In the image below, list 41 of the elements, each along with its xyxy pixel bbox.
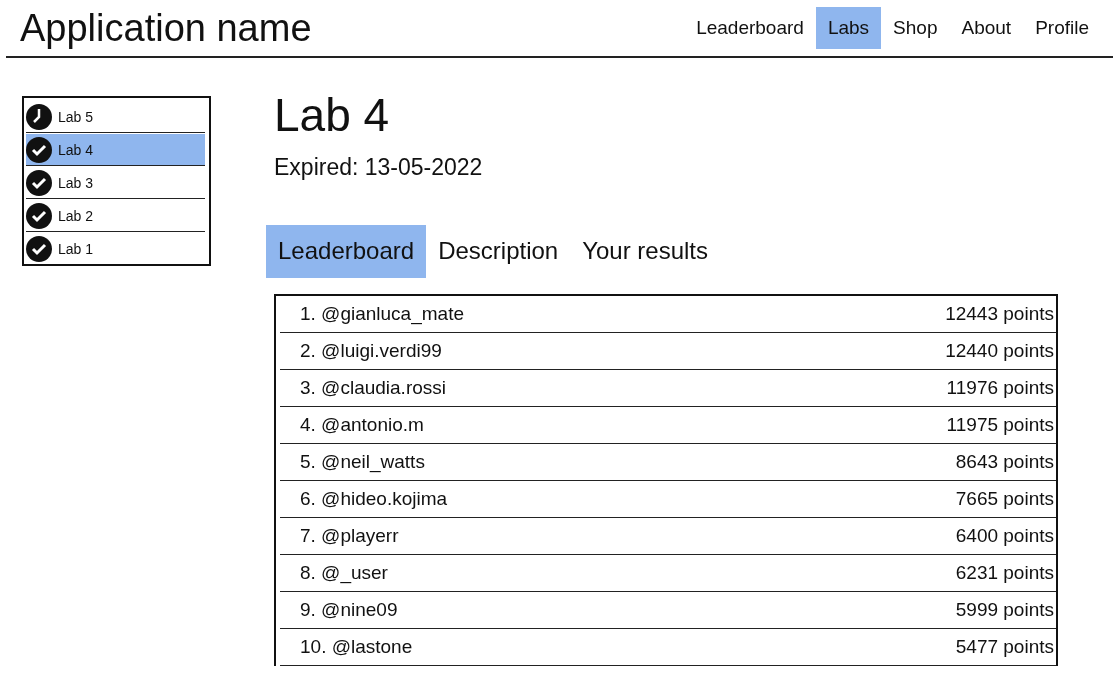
user-name: 10. @lastone [300,636,413,658]
checkmark-icon [26,169,52,196]
lab-list-item[interactable]: Lab 5 [26,101,205,133]
user-name: 9. @nine09 [300,599,398,621]
checkmark-icon [26,136,52,163]
checkmark-icon [26,202,52,229]
tab[interactable]: Leaderboard [266,225,427,278]
page-title: Lab 4 [273,88,391,142]
points: 7665 points [955,488,1054,510]
clock-icon [26,103,52,130]
lab-list-item[interactable]: Lab 2 [26,200,205,232]
points: 11975 points [946,414,1054,436]
user-name: 1. @gianluca_mate [300,303,464,325]
points: 11976 points [946,377,1054,399]
points: 5477 points [955,636,1054,658]
user-name: 6. @hideo.kojima [300,488,448,510]
user-name: 2. @luigi.verdi99 [300,340,442,362]
lab-list-item[interactable]: Lab 1 [26,233,205,264]
points: 8643 points [955,451,1054,473]
user-name: 4. @antonio.m [300,414,424,436]
user-name: 3. @claudia.rossi [300,377,447,399]
points: 12443 points [945,303,1054,325]
tab[interactable]: Your results [570,225,721,278]
nav-link[interactable]: Labs [815,7,882,49]
lab-list-item[interactable]: Lab 4 [26,134,205,166]
points: 12440 points [945,340,1054,362]
points: 6231 points [955,562,1054,584]
points: 5999 points [955,599,1054,621]
nav-link[interactable]: Profile [1023,7,1101,49]
points: 6400 points [955,525,1054,547]
tab[interactable]: Description [426,225,571,278]
app-name: Application name [20,6,312,50]
user-name: 5. @neil_watts [300,451,425,473]
nav-link[interactable]: Shop [881,7,950,49]
lab-list-item[interactable]: Lab 3 [26,167,205,199]
user-name: 7. @playerr [300,525,399,547]
nav-link[interactable]: Leaderboard [684,7,816,49]
user-name: 8. @_user [300,562,388,584]
nav-link[interactable]: About [949,7,1024,49]
expiry-date: Expired: 13-05-2022 [274,154,484,181]
checkmark-icon [26,235,52,262]
